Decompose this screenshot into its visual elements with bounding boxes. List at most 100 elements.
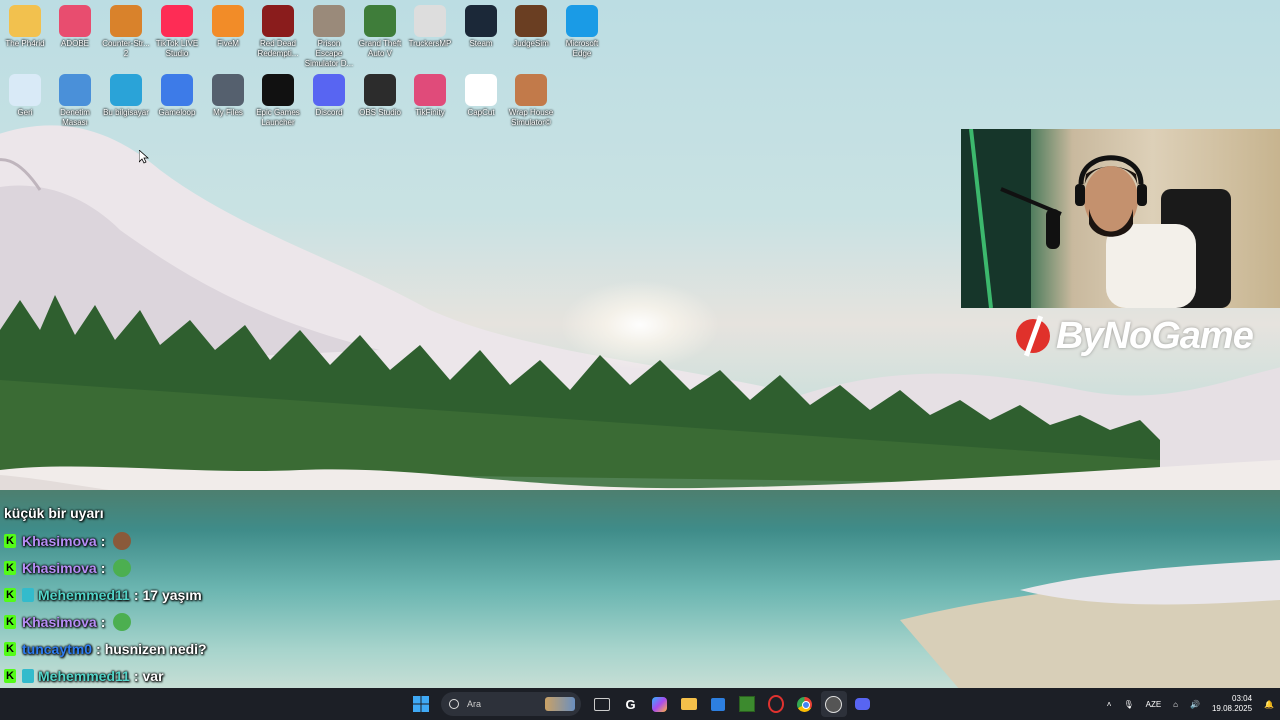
desktop-icon[interactable]: ADOBE [50,0,100,49]
chat-separator: : [133,667,139,684]
desktop-icon-label: Geri [17,108,33,117]
notification-icon[interactable]: 🔔 [1264,700,1274,709]
desktop-icon-label: TikTok LIVE Studio [155,39,199,58]
chat-separator: : [100,613,106,630]
desktop-icon-label: Counter-Str... 2 [102,39,150,58]
film-icon [212,74,244,106]
clock[interactable]: 03:04 19.08.2025 [1212,694,1252,714]
kick-badge-icon: K [4,533,16,548]
chat-text: husnizen nedi? [104,640,207,657]
chat-separator: : [133,586,139,603]
subscriber-badge-icon [22,668,34,683]
chat-username: Khasimova [22,559,97,576]
network-icon[interactable]: ⌂ [1173,700,1178,709]
desktop-icon[interactable]: FiveM [203,0,253,49]
copilot-icon[interactable] [647,691,673,717]
obs-icon[interactable] [820,691,847,717]
desktop-icon[interactable]: Bu bilgisayar [101,69,151,118]
desktop-icon-label: TruckersMP [408,39,452,48]
opera-gx-icon[interactable] [763,691,789,717]
tikfinity-icon [414,74,446,106]
bynogame-logo-icon [1016,319,1050,353]
desktop-icon[interactable]: TruckersMP [405,0,455,49]
desktop-icon[interactable]: CapCut [456,69,506,118]
store-icon[interactable] [705,691,731,717]
chat-username: Khasimova [22,532,97,549]
tiktok-icon [161,5,193,37]
recycle-bin-icon [9,74,41,106]
control-panel-icon [59,74,91,106]
desktop-icon[interactable]: Microsoft Edge [557,0,607,59]
desktop-icon-label: Red Dead Redempti... [257,39,299,58]
desktop-icon-label: TikFinity [415,108,445,117]
prison-escape-icon [313,5,345,37]
desktop-icon-label: Wrap House Simulator© [508,108,554,127]
desktop-icon[interactable]: Epic Games Launcher [253,69,303,128]
desktop-icon-label: Discord [315,108,343,117]
desktop-icon[interactable]: Discord [304,69,354,118]
search-placeholder: Ara [467,699,482,709]
desktop-icon-label: Epic Games Launcher [256,108,300,127]
counter-strike-icon [110,5,142,37]
emote-face-icon [113,531,132,550]
emote-green-icon [113,558,132,577]
desktop-icon[interactable]: Counter-Str... 2 [101,0,151,59]
taskbar-apps: Ara G [406,688,877,720]
language-indicator[interactable]: AZE [1146,700,1162,709]
system-tray: ˄ 🎙 AZE ⌂ 🔊 03:04 19.08.2025 🔔 [1101,688,1280,720]
chat-message: K Mehemmed11: var [4,662,424,689]
desktop-icon[interactable]: My Files [203,69,253,118]
taskbar-search[interactable]: Ara [441,692,581,716]
desktop-icon[interactable]: Denetim Masası [50,69,100,128]
chat-separator: : [100,559,106,576]
desktop-icon[interactable]: TikFinity [405,69,455,118]
volume-icon[interactable]: 🔊 [1190,700,1200,709]
kick-badge-icon: K [4,614,16,629]
desktop-icon[interactable]: Geri [0,69,50,118]
file-explorer-icon[interactable] [676,691,702,717]
task-view-icon[interactable] [589,691,615,717]
chat-message: K Khasimova: [4,554,424,581]
sponsor-logo: ByNoGame [1016,312,1276,360]
desktop-icon-label: OBS Studio [359,108,401,117]
desktop-icon-label: The Ph4rid [5,39,45,48]
desktop-icon-label: My Files [213,108,243,117]
google-icon[interactable]: G [618,691,644,717]
desktop-icon[interactable]: The Ph4rid [0,0,50,49]
desktop-icon[interactable]: Prison Escape Simulator D... [304,0,354,69]
desktop-icon[interactable]: Gameloop [152,69,202,118]
webcam-overlay [961,129,1280,308]
this-pc-icon [110,74,142,106]
desktop-icon-label: Denetim Masası [60,108,90,127]
wrap-house-icon [515,74,547,106]
desktop-icon[interactable]: Wrap House Simulator© [506,69,556,128]
desktop-icon-label: Steam [469,39,493,48]
microphone-icon[interactable]: 🎙 [1123,700,1133,709]
desktop-icon[interactable]: Grand Theft Auto V [355,0,405,59]
clock-time: 03:04 [1232,694,1253,703]
desktop-icon[interactable]: JudgeSim [506,0,556,49]
desktop-icon[interactable]: Red Dead Redempti... [253,0,303,59]
discord-icon [313,74,345,106]
chrome-icon[interactable] [792,691,818,717]
chat-text: var [142,667,164,684]
start-icon[interactable] [408,691,434,717]
desktop-icon[interactable]: OBS Studio [355,69,405,118]
kick-badge-icon: K [4,641,16,656]
discord-icon[interactable] [850,691,876,717]
kick-badge-icon: K [4,668,16,683]
desktop-icon[interactable]: Steam [456,0,506,49]
capcut-icon [465,74,497,106]
desktop-icon[interactable]: TikTok LIVE Studio [152,0,202,59]
chevron-up-icon[interactable]: ˄ [1107,700,1112,709]
chat-separator: : [96,640,101,657]
minecraft-icon[interactable] [734,691,760,717]
desktop-icon-label: ADOBE [60,39,89,48]
chat-notice: küçük bir uyarı [4,505,104,521]
desktop-icon-label: FiveM [217,39,239,48]
desktop-icon-label: CapCut [467,108,495,117]
chat-message: K Khasimova: [4,527,424,554]
sponsor-name: ByNoGame [1056,314,1254,357]
clock-date: 19.08.2025 [1211,704,1253,713]
desktop-icon-label: Gameloop [158,108,196,117]
